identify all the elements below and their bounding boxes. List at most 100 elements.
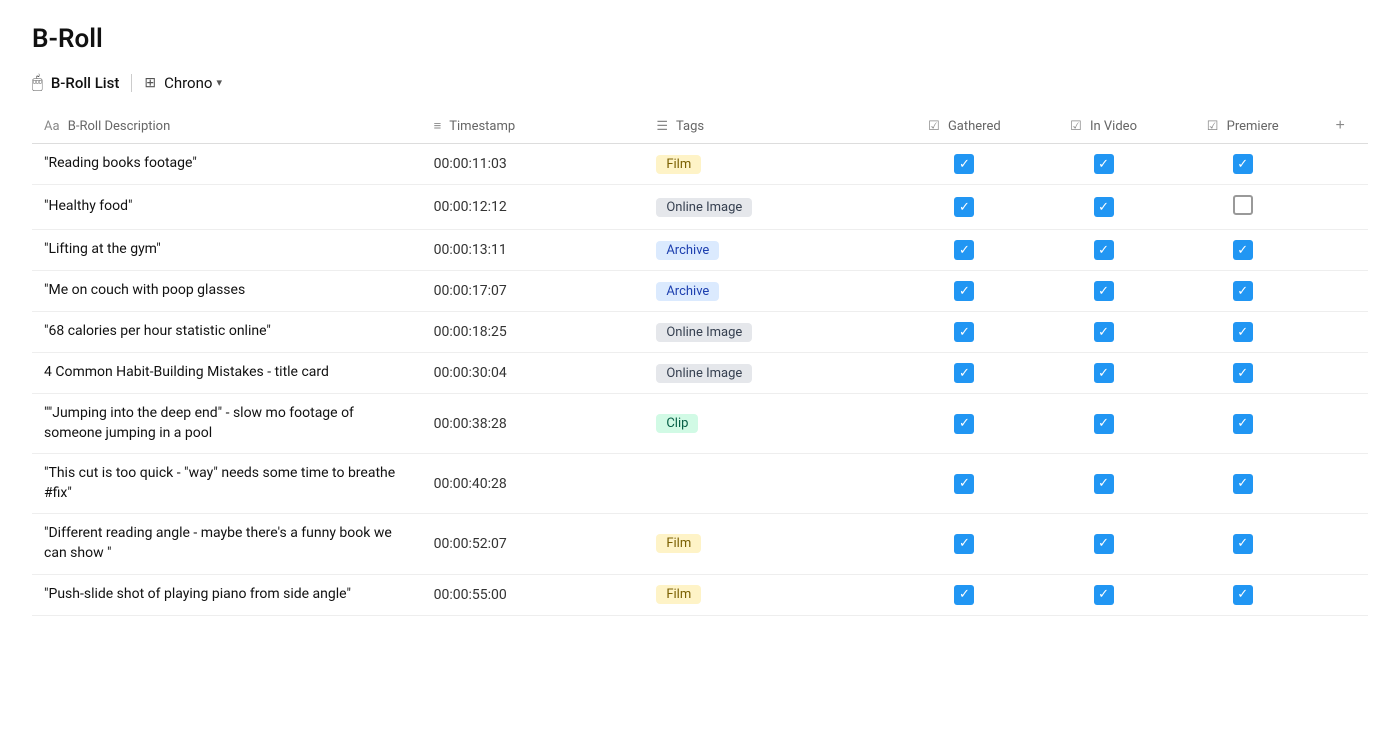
gathered-checkbox[interactable]: ✓: [954, 474, 974, 494]
check-gathered-icon: ☑: [928, 119, 940, 134]
tag-list-icon: ☰: [656, 119, 668, 134]
table-row: "68 calories per hour statistic online"0…: [32, 312, 1368, 353]
cell-premiere[interactable]: ✓: [1173, 144, 1312, 185]
cell-invideo[interactable]: ✓: [1034, 271, 1173, 312]
cell-tags: Archive: [644, 271, 894, 312]
col-header-invideo: ☑ In Video: [1034, 109, 1173, 144]
cell-timestamp: 00:00:38:28: [422, 394, 645, 454]
cell-add: [1312, 185, 1368, 230]
description-text: "Lifting at the gym": [44, 241, 161, 257]
table-row: "Push-slide shot of playing piano from s…: [32, 574, 1368, 615]
timestamp-value: 00:00:18:25: [434, 324, 507, 340]
premiere-checkbox[interactable]: ✓: [1233, 154, 1253, 174]
premiere-checkbox[interactable]: ✓: [1233, 240, 1253, 260]
cell-tags: Online Image: [644, 353, 894, 394]
timestamp-value: 00:00:17:07: [434, 283, 507, 299]
cell-premiere[interactable]: ✓: [1173, 353, 1312, 394]
cell-premiere[interactable]: ✓: [1173, 312, 1312, 353]
chrono-selector[interactable]: Chrono ▾: [164, 74, 222, 92]
cell-tags: [644, 454, 894, 514]
cell-gathered[interactable]: ✓: [895, 185, 1034, 230]
tag-badge[interactable]: Archive: [656, 282, 719, 301]
cell-premiere[interactable]: ✓: [1173, 271, 1312, 312]
invideo-checkbox[interactable]: ✓: [1094, 534, 1114, 554]
premiere-checkbox[interactable]: ✓: [1233, 281, 1253, 301]
cell-premiere[interactable]: ✓: [1173, 454, 1312, 514]
cell-gathered[interactable]: ✓: [895, 574, 1034, 615]
gathered-checkbox[interactable]: ✓: [954, 585, 974, 605]
cell-invideo[interactable]: ✓: [1034, 230, 1173, 271]
timestamp-value: 00:00:12:12: [434, 199, 507, 215]
invideo-checkbox[interactable]: ✓: [1094, 363, 1114, 383]
cell-premiere[interactable]: ✓: [1173, 394, 1312, 454]
cell-invideo[interactable]: ✓: [1034, 185, 1173, 230]
invideo-checkbox[interactable]: ✓: [1094, 414, 1114, 434]
description-text: "Reading books footage": [44, 155, 197, 171]
tag-badge[interactable]: Clip: [656, 414, 698, 433]
invideo-checkbox[interactable]: ✓: [1094, 585, 1114, 605]
cell-gathered[interactable]: ✓: [895, 514, 1034, 574]
invideo-checkbox[interactable]: ✓: [1094, 474, 1114, 494]
cell-gathered[interactable]: ✓: [895, 144, 1034, 185]
tag-badge[interactable]: Film: [656, 585, 701, 604]
cell-invideo[interactable]: ✓: [1034, 574, 1173, 615]
cell-description: "Reading books footage": [32, 144, 422, 185]
gathered-checkbox[interactable]: ✓: [954, 197, 974, 217]
invideo-checkbox[interactable]: ✓: [1094, 322, 1114, 342]
cell-invideo[interactable]: ✓: [1034, 353, 1173, 394]
gathered-checkbox[interactable]: ✓: [954, 240, 974, 260]
cell-invideo[interactable]: ✓: [1034, 144, 1173, 185]
cell-invideo[interactable]: ✓: [1034, 312, 1173, 353]
premiere-checkbox[interactable]: ✓: [1233, 534, 1253, 554]
cell-gathered[interactable]: ✓: [895, 353, 1034, 394]
chrono-label: Chrono: [164, 74, 212, 92]
description-text: "Push-slide shot of playing piano from s…: [44, 586, 351, 602]
cell-premiere[interactable]: ✓: [1173, 230, 1312, 271]
premiere-checkbox[interactable]: [1233, 195, 1253, 215]
tag-badge[interactable]: Film: [656, 534, 701, 553]
cell-gathered[interactable]: ✓: [895, 454, 1034, 514]
cell-timestamp: 00:00:52:07: [422, 514, 645, 574]
premiere-checkbox[interactable]: ✓: [1233, 585, 1253, 605]
cell-gathered[interactable]: ✓: [895, 394, 1034, 454]
tag-badge[interactable]: Online Image: [656, 198, 752, 217]
gathered-checkbox[interactable]: ✓: [954, 281, 974, 301]
col-header-gathered: ☑ Gathered: [895, 109, 1034, 144]
broll-table: Aa B-Roll Description ≡ Timestamp ☰ Tags…: [32, 109, 1368, 616]
tag-badge[interactable]: Archive: [656, 241, 719, 260]
add-column-button[interactable]: +: [1335, 117, 1344, 135]
cell-invideo[interactable]: ✓: [1034, 454, 1173, 514]
gathered-checkbox[interactable]: ✓: [954, 322, 974, 342]
cell-add: [1312, 144, 1368, 185]
gathered-checkbox[interactable]: ✓: [954, 414, 974, 434]
table-row: ""Jumping into the deep end" - slow mo f…: [32, 394, 1368, 454]
premiere-checkbox[interactable]: ✓: [1233, 363, 1253, 383]
cell-invideo[interactable]: ✓: [1034, 394, 1173, 454]
cell-invideo[interactable]: ✓: [1034, 514, 1173, 574]
premiere-checkbox[interactable]: ✓: [1233, 322, 1253, 342]
cell-gathered[interactable]: ✓: [895, 230, 1034, 271]
col-header-add[interactable]: +: [1312, 109, 1368, 144]
toolbar: 🖱 B-Roll List ⊞ Chrono ▾: [32, 72, 1368, 93]
premiere-checkbox[interactable]: ✓: [1233, 474, 1253, 494]
table-row: "Healthy food"00:00:12:12Online Image✓✓: [32, 185, 1368, 230]
gathered-checkbox[interactable]: ✓: [954, 154, 974, 174]
invideo-checkbox[interactable]: ✓: [1094, 281, 1114, 301]
cell-timestamp: 00:00:17:07: [422, 271, 645, 312]
invideo-checkbox[interactable]: ✓: [1094, 240, 1114, 260]
tag-badge[interactable]: Online Image: [656, 364, 752, 383]
cell-gathered[interactable]: ✓: [895, 312, 1034, 353]
premiere-checkbox[interactable]: ✓: [1233, 414, 1253, 434]
cell-premiere[interactable]: ✓: [1173, 574, 1312, 615]
gathered-checkbox[interactable]: ✓: [954, 363, 974, 383]
invideo-checkbox[interactable]: ✓: [1094, 154, 1114, 174]
cell-premiere[interactable]: [1173, 185, 1312, 230]
tag-badge[interactable]: Film: [656, 155, 701, 174]
gathered-checkbox[interactable]: ✓: [954, 534, 974, 554]
cell-gathered[interactable]: ✓: [895, 271, 1034, 312]
cell-add: [1312, 394, 1368, 454]
list-label: B-Roll List: [51, 74, 120, 92]
tag-badge[interactable]: Online Image: [656, 323, 752, 342]
invideo-checkbox[interactable]: ✓: [1094, 197, 1114, 217]
cell-premiere[interactable]: ✓: [1173, 514, 1312, 574]
